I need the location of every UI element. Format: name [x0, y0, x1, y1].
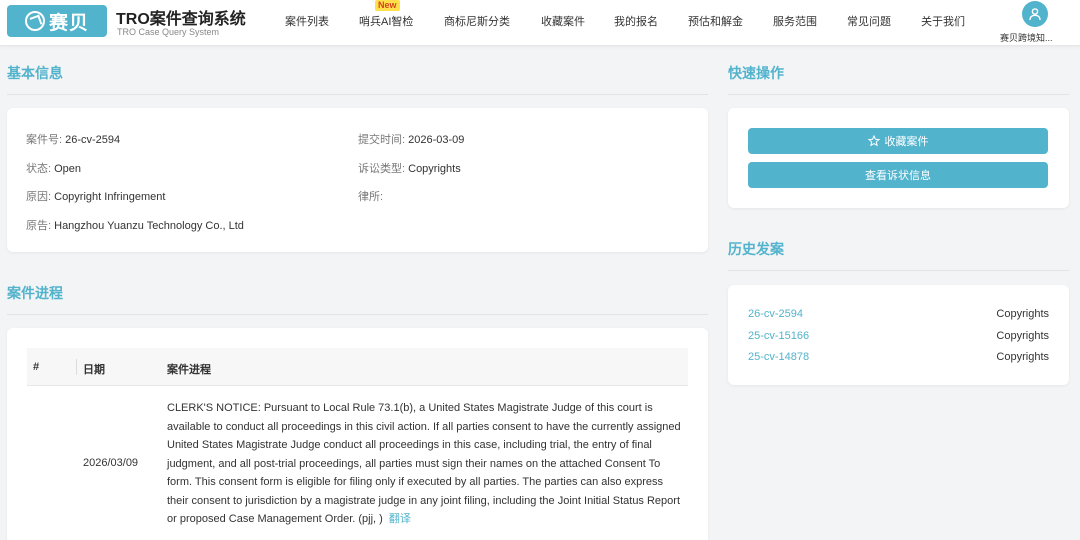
law-firm-row: 律所: [358, 188, 383, 204]
user-icon [1029, 8, 1041, 21]
new-badge: New [375, 0, 400, 11]
favorite-case-label: 收藏案件 [884, 136, 929, 148]
nav-item-services[interactable]: 服务范围 [773, 13, 817, 29]
nav-item-about[interactable]: 关于我们 [921, 13, 965, 29]
plaintiff-value: Hangzhou Yuanzu Technology Co., Ltd [54, 220, 244, 232]
lawsuit-type-value: Copyrights [408, 163, 461, 175]
history-case-link[interactable]: 26-cv-2594 [748, 308, 803, 320]
top-header: 赛贝 TRO案件查询系统 TRO Case Query System 案件列表 … [0, 0, 1080, 46]
nav-item-ai-check-label: 哨兵AI智检 [359, 16, 414, 28]
basic-info-divider [7, 94, 708, 95]
favorite-case-button[interactable]: 收藏案件 [748, 128, 1048, 154]
case-number-value: 26-cv-2594 [65, 134, 121, 146]
filed-date-label: 提交时间: [358, 134, 406, 146]
case-number-row: 案件号: 26-cv-2594 [26, 131, 120, 147]
history-case-type: Copyrights [996, 351, 1049, 363]
progress-date: 2026/03/09 [83, 457, 139, 469]
case-number-label: 案件号: [26, 134, 63, 146]
main-nav: 案件列表 New 哨兵AI智检 商标尼斯分类 收藏案件 我的报名 预估和解金 服… [0, 0, 1080, 43]
history-card: 26-cv-2594 Copyrights 25-cv-15166 Copyri… [728, 285, 1069, 385]
nav-item-case-list[interactable]: 案件列表 [285, 13, 329, 29]
col-date: 日期 [83, 364, 105, 376]
history-title: 历史发案 [728, 241, 784, 257]
nav-item-faq[interactable]: 常见问题 [847, 13, 891, 29]
history-divider [728, 270, 1069, 271]
progress-text-body: CLERK'S NOTICE: Pursuant to Local Rule 7… [167, 402, 681, 525]
status-row: 状态: Open [26, 160, 81, 176]
quick-actions-divider [728, 94, 1069, 95]
list-item: 25-cv-15166 Copyrights [748, 330, 1049, 342]
progress-title: 案件进程 [7, 285, 63, 301]
user-name[interactable]: 赛贝跨境知... [1000, 31, 1053, 44]
quick-actions-card: 收藏案件 查看诉状信息 [728, 108, 1069, 208]
view-complaint-button[interactable]: 查看诉状信息 [748, 162, 1048, 188]
filed-date-value: 2026-03-09 [408, 134, 465, 146]
history-case-type: Copyrights [996, 308, 1049, 320]
lawsuit-type-row: 诉讼类型: Copyrights [358, 160, 461, 176]
star-icon [867, 135, 880, 147]
nav-item-ai-check[interactable]: New 哨兵AI智检 [359, 0, 414, 29]
progress-text: CLERK'S NOTICE: Pursuant to Local Rule 7… [167, 399, 682, 529]
col-separator [76, 359, 77, 375]
nav-item-nice-class[interactable]: 商标尼斯分类 [444, 13, 510, 29]
list-item: 25-cv-14878 Copyrights [748, 351, 1049, 363]
history-case-type: Copyrights [996, 330, 1049, 342]
cause-row: 原因: Copyright Infringement [26, 188, 165, 204]
law-firm-label: 律所: [358, 191, 384, 203]
progress-divider [7, 314, 708, 315]
quick-actions-title: 快速操作 [728, 65, 784, 81]
lawsuit-type-label: 诉讼类型: [358, 163, 406, 175]
basic-info-title: 基本信息 [7, 65, 63, 81]
col-index: # [33, 361, 40, 373]
nav-item-my-signups[interactable]: 我的报名 [614, 13, 658, 29]
filed-date-row: 提交时间: 2026-03-09 [358, 131, 464, 147]
cause-value: Copyright Infringement [54, 191, 166, 203]
progress-table-header: # 日期 案件进程 [27, 348, 688, 386]
list-item: 26-cv-2594 Copyrights [748, 308, 1049, 320]
view-complaint-label: 查看诉状信息 [865, 170, 931, 182]
progress-card: # 日期 案件进程 2026/03/09 CLERK'S NOTICE: Pur… [7, 328, 708, 540]
history-case-link[interactable]: 25-cv-14878 [748, 351, 809, 363]
cause-label: 原因: [26, 191, 52, 203]
user-avatar[interactable] [1022, 1, 1048, 27]
translate-link[interactable]: 翻译 [389, 513, 411, 525]
plaintiff-label: 原告: [26, 220, 52, 232]
nav-item-settlement[interactable]: 预估和解金 [688, 13, 743, 29]
col-progress: 案件进程 [167, 364, 211, 376]
plaintiff-row: 原告: Hangzhou Yuanzu Technology Co., Ltd [26, 217, 244, 233]
nav-item-favorites[interactable]: 收藏案件 [541, 13, 585, 29]
status-label: 状态: [26, 163, 52, 175]
basic-info-card: 案件号: 26-cv-2594 提交时间: 2026-03-09 状态: Ope… [7, 108, 708, 252]
status-value: Open [54, 163, 82, 175]
history-case-link[interactable]: 25-cv-15166 [748, 330, 809, 342]
